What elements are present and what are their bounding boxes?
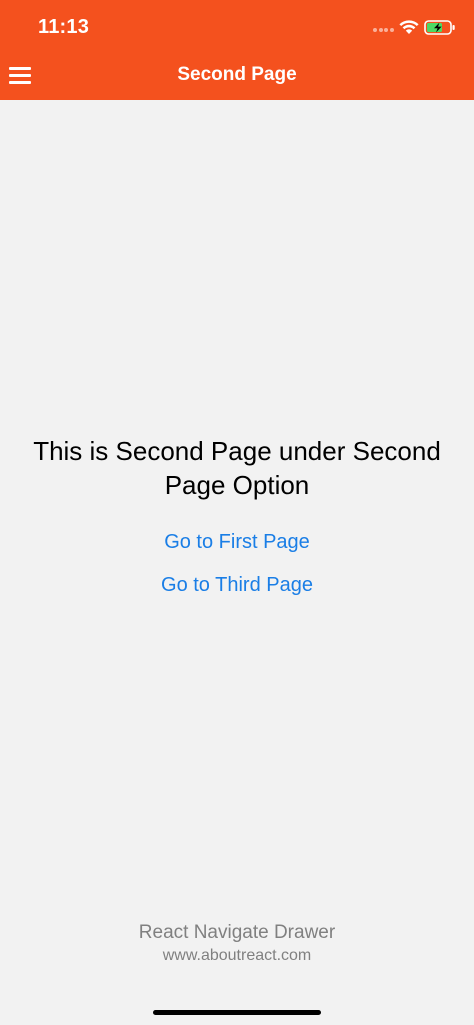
footer: React Navigate Drawer www.aboutreact.com: [0, 921, 474, 967]
go-to-first-page-button[interactable]: Go to First Page: [0, 531, 474, 554]
status-bar: 11:13: [0, 0, 474, 54]
navigation-bar: Second Page: [0, 54, 474, 100]
footer-title: React Navigate Drawer: [138, 922, 336, 943]
wifi-icon: [399, 20, 419, 34]
signal-dots-icon: [373, 28, 395, 34]
app-header: 11:13 Second Page: [0, 0, 474, 100]
status-time: 11:13: [38, 16, 90, 38]
page-title: Second Page: [177, 64, 297, 85]
battery-charging-icon: [424, 20, 455, 35]
footer-url: www.aboutreact.com: [162, 947, 312, 964]
page-message: This is Second Page under Second Page Op…: [33, 436, 441, 500]
go-to-third-page-button[interactable]: Go to Third Page: [0, 574, 474, 597]
main-content: This is Second Page under Second Page Op…: [0, 100, 474, 1000]
home-indicator[interactable]: [153, 1010, 321, 1015]
